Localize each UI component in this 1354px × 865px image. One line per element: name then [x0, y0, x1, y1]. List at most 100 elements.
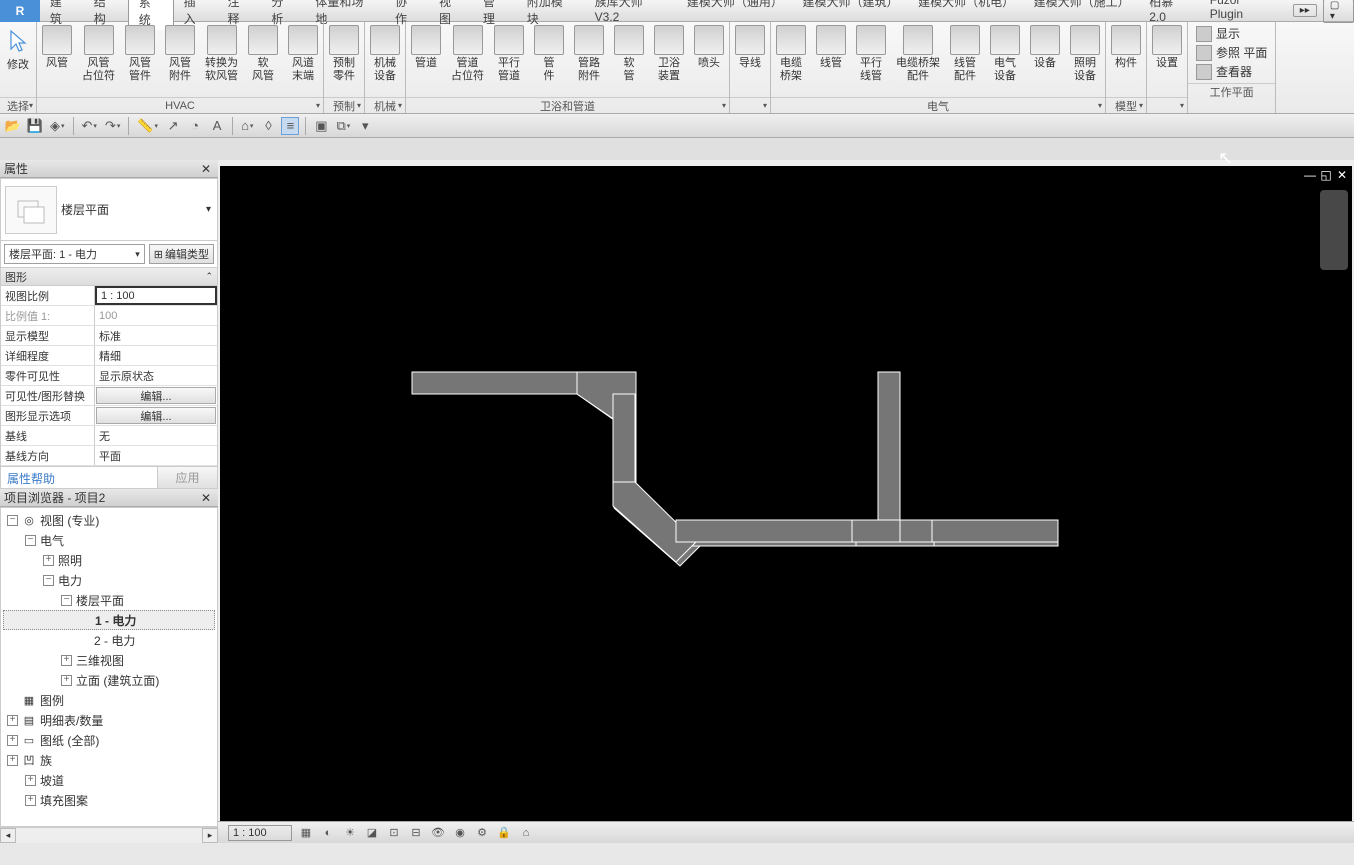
properties-header[interactable]: 属性 ✕: [0, 160, 218, 178]
tree-node-2[interactable]: +照明: [3, 550, 215, 570]
crop-visible-icon[interactable]: ⊟: [408, 825, 424, 841]
prop-row-3[interactable]: 详细程度精细: [1, 346, 217, 366]
tree-toggle[interactable]: +: [7, 715, 18, 726]
ribbon-group-title-7[interactable]: ▾: [1147, 97, 1187, 113]
edit-type-button[interactable]: ⊞ 编辑类型: [149, 244, 214, 264]
tree-toggle[interactable]: −: [61, 595, 72, 606]
tree-node-12[interactable]: +凹族: [3, 750, 215, 770]
qat-section[interactable]: ◊: [259, 117, 277, 135]
tree-node-14[interactable]: +填充图案: [3, 790, 215, 810]
tree-toggle[interactable]: +: [61, 675, 72, 686]
props-apply-button[interactable]: 应用: [157, 467, 217, 488]
ribbon-group-title-select[interactable]: 选择▾: [0, 97, 36, 113]
ribbon-btn-0-1[interactable]: 风管 占位符: [77, 22, 120, 97]
crop-view-icon[interactable]: ⊡: [386, 825, 402, 841]
tree-toggle[interactable]: +: [7, 755, 18, 766]
ribbon-btn-3-7[interactable]: 喷头: [689, 22, 729, 97]
shadows-icon[interactable]: ◪: [364, 825, 380, 841]
tree-node-0[interactable]: −◎视图 (专业): [3, 510, 215, 530]
tree-toggle[interactable]: −: [25, 535, 36, 546]
ribbon-group-title-4[interactable]: ▾: [730, 97, 770, 113]
tree-toggle[interactable]: +: [25, 795, 36, 806]
tree-node-11[interactable]: +▭图纸 (全部): [3, 730, 215, 750]
canvas-close[interactable]: ✕: [1335, 168, 1349, 182]
ribbon-btn-6-0[interactable]: 构件: [1106, 22, 1146, 97]
sun-path-icon[interactable]: ☀: [342, 825, 358, 841]
qat-sync[interactable]: ◈▾: [48, 117, 67, 135]
navigation-bar[interactable]: [1320, 190, 1348, 270]
properties-close[interactable]: ✕: [198, 162, 214, 176]
tree-node-4[interactable]: −楼层平面: [3, 590, 215, 610]
ribbon-btn-5-0[interactable]: 电缆 桥架: [771, 22, 811, 97]
tree-toggle[interactable]: +: [7, 735, 18, 746]
props-category-header[interactable]: 图形 ⌃: [1, 268, 217, 286]
browser-hscroll[interactable]: ◂▸: [0, 827, 218, 843]
temp-hide-icon[interactable]: ◉: [452, 825, 468, 841]
canvas-restore[interactable]: ◱: [1319, 168, 1333, 182]
workplane-show[interactable]: 显示: [1196, 24, 1267, 43]
view-scale[interactable]: 1 : 100: [228, 825, 292, 841]
ribbon-btn-7-0[interactable]: 设置: [1147, 22, 1187, 97]
ribbon-btn-0-0[interactable]: 风管: [37, 22, 77, 97]
ribbon-btn-1-0[interactable]: 预制 零件: [324, 22, 364, 97]
ribbon-btn-5-7[interactable]: 照明 设备: [1065, 22, 1105, 97]
tree-node-8[interactable]: +立面 (建筑立面): [3, 670, 215, 690]
prop-row-8[interactable]: 基线方向平面: [1, 446, 217, 466]
qat-open[interactable]: 📂: [4, 117, 22, 135]
tree-node-1[interactable]: −电气: [3, 530, 215, 550]
show-hidden-icon[interactable]: ⌂: [518, 825, 534, 841]
ribbon-btn-5-2[interactable]: 平行 线管: [851, 22, 891, 97]
qat-redo[interactable]: ↷▾: [103, 117, 122, 135]
drawing-canvas[interactable]: — ◱ ✕ ↖: [220, 166, 1352, 821]
ribbon-expand-toggle[interactable]: ▸▸: [1293, 4, 1317, 17]
tree-node-6[interactable]: 2 - 电力: [3, 630, 215, 650]
qat-tag[interactable]: ◔: [186, 117, 204, 135]
type-selector[interactable]: 楼层平面 ▾: [1, 179, 217, 241]
tree-toggle[interactable]: −: [7, 515, 18, 526]
qat-save[interactable]: 💾: [26, 117, 44, 135]
qat-undo[interactable]: ↶▾: [80, 117, 99, 135]
ribbon-btn-5-5[interactable]: 电气 设备: [985, 22, 1025, 97]
ribbon-btn-3-6[interactable]: 卫浴 装置: [649, 22, 689, 97]
ribbon-group-title-5[interactable]: 电气▾: [771, 97, 1105, 113]
qat-close-inactive[interactable]: ▣: [312, 117, 330, 135]
tree-toggle[interactable]: −: [43, 575, 54, 586]
ribbon-btn-5-3[interactable]: 电缆桥架 配件: [891, 22, 945, 97]
ribbon-btn-3-0[interactable]: 管道: [406, 22, 446, 97]
ribbon-btn-3-4[interactable]: 管路 附件: [569, 22, 609, 97]
ribbon-btn-3-5[interactable]: 软 管: [609, 22, 649, 97]
ribbon-btn-0-5[interactable]: 软 风管: [243, 22, 283, 97]
prop-row-4[interactable]: 零件可见性显示原状态: [1, 366, 217, 386]
qat-3dview[interactable]: ⌂▾: [239, 117, 255, 135]
qat-align-dim[interactable]: ↗: [164, 117, 182, 135]
props-help-link[interactable]: 属性帮助: [1, 467, 157, 488]
ribbon-dropdown[interactable]: ▢ ▾: [1323, 0, 1354, 23]
qat-text[interactable]: A: [208, 117, 226, 135]
tree-node-13[interactable]: +坡道: [3, 770, 215, 790]
prop-row-7[interactable]: 基线无: [1, 426, 217, 446]
ribbon-btn-3-2[interactable]: 平行 管道: [489, 22, 529, 97]
browser-header[interactable]: 项目浏览器 - 项目2 ✕: [0, 489, 218, 507]
tree-toggle[interactable]: +: [43, 555, 54, 566]
unhide-icon[interactable]: 👁: [430, 825, 446, 841]
instance-select[interactable]: 楼层平面: 1 - 电力▾: [4, 244, 145, 264]
prop-row-1[interactable]: 比例值 1:100: [1, 306, 217, 326]
qat-switch-win[interactable]: ⧉▾: [334, 117, 352, 135]
ribbon-group-title-2[interactable]: 机械▾: [365, 97, 405, 113]
tree-node-9[interactable]: ▦图例: [3, 690, 215, 710]
qat-measure[interactable]: 📏▾: [135, 117, 160, 135]
visual-style-icon[interactable]: ◐: [320, 825, 336, 841]
prop-row-2[interactable]: 显示模型标准: [1, 326, 217, 346]
browser-close[interactable]: ✕: [198, 491, 214, 505]
ribbon-btn-2-0[interactable]: 机械 设备: [365, 22, 405, 97]
ribbon-btn-3-1[interactable]: 管道 占位符: [446, 22, 489, 97]
prop-row-6[interactable]: 图形显示选项编辑...: [1, 406, 217, 426]
workplane-refplane[interactable]: 参照 平面: [1196, 43, 1267, 62]
ribbon-group-title-1[interactable]: 预制▾: [324, 97, 364, 113]
ribbon-btn-0-3[interactable]: 风管 附件: [160, 22, 200, 97]
ribbon-group-title-6[interactable]: 模型▾: [1106, 97, 1146, 113]
tree-node-7[interactable]: +三维视图: [3, 650, 215, 670]
ribbon-group-title-0[interactable]: HVAC▾: [37, 97, 323, 113]
ribbon-btn-3-3[interactable]: 管 件: [529, 22, 569, 97]
workplane-viewer[interactable]: 查看器: [1196, 62, 1267, 81]
